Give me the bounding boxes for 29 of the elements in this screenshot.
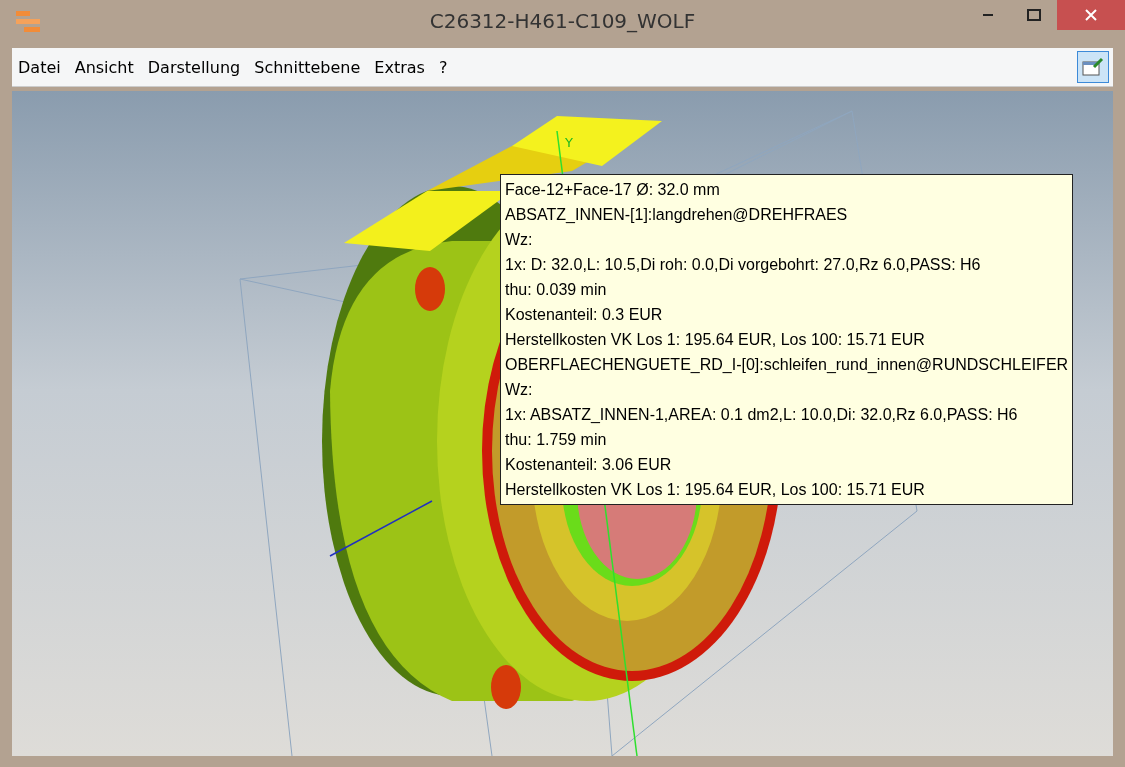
- tooltip-line: Herstellkosten VK Los 1: 195.64 EUR, Los 100: 15.71 EUR: [505, 480, 926, 500]
- menu-item[interactable]: Schnittebene: [247, 57, 368, 77]
- tooltip-line: ABSATZ_INNEN-[1]:langdrehen@DREHFRAES: [505, 205, 849, 225]
- axis-label: Y: [565, 135, 573, 150]
- window-title: C26312-H461-C109_WOLF: [428, 9, 697, 33]
- close-button[interactable]: [1057, 0, 1125, 30]
- tooltip-line: Kostenanteil: 3.06 EUR: [505, 455, 673, 475]
- menu-item[interactable]: Extras: [367, 57, 432, 77]
- tooltip-line: thu: 1.759 min: [505, 430, 608, 450]
- tooltip-line: OBERFLAECHENGUETE_RD_I-[0]:schleifen_rund_innen@RUNDSCHLEIFER: [505, 355, 1069, 375]
- tooltip-line: 1x: ABSATZ_INNEN-1,AREA: 0.1 dm2,L: 10.0,Di: 32.0,Rz 6.0,PASS: H6: [505, 405, 1019, 425]
- menu-item[interactable]: Datei: [12, 57, 68, 77]
- app-icon: [16, 11, 40, 33]
- window-pin-icon: [1082, 57, 1104, 77]
- tooltip-line: thu: 0.039 min: [505, 280, 608, 300]
- menu-item[interactable]: ?: [431, 57, 455, 77]
- menu-item[interactable]: Darstellung: [140, 57, 248, 77]
- pin-toggle-button[interactable]: [1077, 51, 1109, 83]
- tooltip-line: Herstellkosten VK Los 1: 195.64 EUR, Los 100: 15.71 EUR: [505, 330, 926, 350]
- minimize-icon: [983, 14, 993, 16]
- close-icon: [1085, 9, 1097, 21]
- tooltip-line: Face-12+Face-17 Ø: 32.0 mm: [505, 180, 721, 200]
- maximize-icon: [1027, 9, 1041, 21]
- tooltip-line: Wz:: [505, 230, 534, 250]
- tooltip-line: 1x: D: 32.0,L: 10.5,Di roh: 0.0,Di vorgebohrt: 27.0,Rz 6.0,PASS: H6: [505, 255, 982, 275]
- menu-item[interactable]: Ansicht: [67, 57, 141, 77]
- tooltip-line: Wz:: [505, 380, 534, 400]
- 3d-viewport[interactable]: [12, 91, 1113, 756]
- tooltip-line: Kostenanteil: 0.3 EUR: [505, 305, 664, 325]
